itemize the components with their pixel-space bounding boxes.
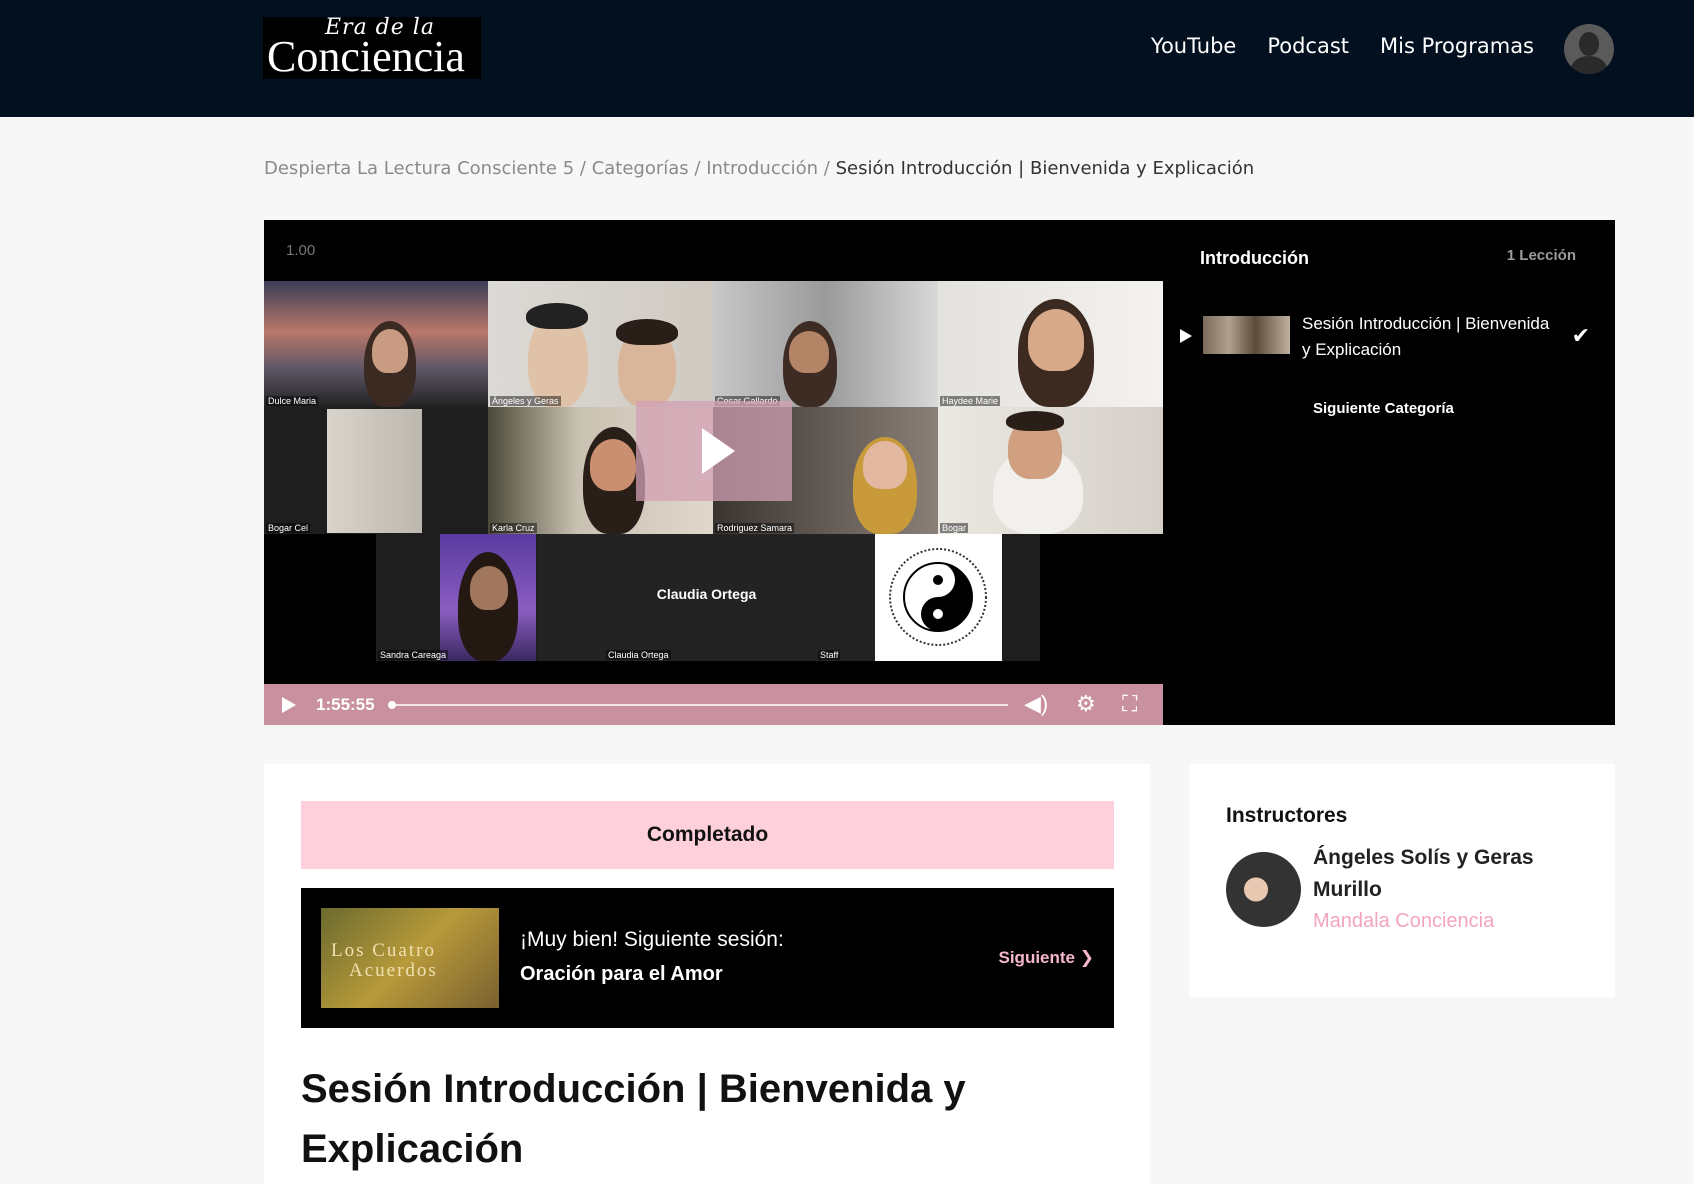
instructors-title: Instructores xyxy=(1226,804,1348,827)
page-title: Sesión Introducción | Bienvenida y Expli… xyxy=(301,1067,966,1171)
participant-name: Claudia Ortega xyxy=(606,650,671,660)
instructor-avatar xyxy=(1226,852,1301,927)
play-icon xyxy=(1180,329,1192,343)
breadcrumb-separator: / xyxy=(694,158,707,179)
playlist-count: 1 Lección xyxy=(1506,247,1576,264)
logo-word-text: Conciencia xyxy=(267,32,465,81)
participant-tile: Ángeles y Geras xyxy=(488,281,713,407)
video-player[interactable]: 1.00 Dulce Maria Ángeles y Geras Cesar G… xyxy=(264,220,1163,725)
next-category-link[interactable]: Siguiente Categoría xyxy=(1313,400,1454,417)
participant-tile: Claudia Ortega Claudia Ortega Staff xyxy=(538,534,875,661)
breadcrumb-separator: / xyxy=(579,158,592,179)
participant-name: Sandra Careaga xyxy=(378,650,449,660)
center-participant-name: Claudia Ortega xyxy=(656,586,757,602)
settings-gear-icon[interactable]: ⚙ xyxy=(1076,692,1096,716)
user-avatar-icon[interactable] xyxy=(1564,24,1614,74)
participant-tile: Haydee Marie xyxy=(938,281,1163,407)
participant-name: Karla Cruz xyxy=(490,523,537,533)
playlist-item[interactable]: Sesión Introducción | Bienvenida y Expli… xyxy=(1163,308,1615,372)
nav-mis-programas-link[interactable]: Mis Programas xyxy=(1380,34,1534,58)
breadcrumb-course-link[interactable]: Despierta La Lectura Consciente 5 xyxy=(264,158,574,179)
progress-knob[interactable] xyxy=(388,701,396,709)
next-session-title: Oración para el Amor xyxy=(520,963,723,985)
next-session-panel: Los Cuatro Acuerdos ¡Muy bien! Siguiente… xyxy=(301,888,1114,1028)
main-nav: YouTube Podcast Mis Programas xyxy=(1151,34,1534,58)
video-time: 1:55:55 xyxy=(316,695,375,714)
volume-icon[interactable]: ◀) xyxy=(1024,692,1048,716)
playlist-title: Introducción xyxy=(1200,248,1309,268)
participant-tile: Dulce Maria xyxy=(264,281,488,407)
participant-name: Bogar Cel xyxy=(266,523,311,533)
site-logo[interactable]: Era de la Conciencia xyxy=(263,17,481,79)
lesson-player-block: 1.00 Dulce Maria Ángeles y Geras Cesar G… xyxy=(264,220,1615,725)
completed-button[interactable]: Completado xyxy=(301,801,1114,869)
breadcrumb-categories-link[interactable]: Categorías xyxy=(592,158,689,179)
participant-tile xyxy=(875,534,1040,661)
participant-name: Haydee Marie xyxy=(940,396,1001,406)
chevron-right-icon: ❯ xyxy=(1079,948,1094,967)
next-button[interactable]: Siguiente ❯ xyxy=(999,948,1095,968)
video-controls: 1:55:55 ◀) ⚙ ⛶ xyxy=(264,684,1163,725)
checkmark-icon: ✔ xyxy=(1571,323,1590,348)
playback-speed[interactable]: 1.00 xyxy=(286,242,315,259)
progress-track[interactable] xyxy=(391,704,1008,706)
book-title-line2: Acuerdos xyxy=(349,960,438,981)
lesson-playlist: Introducción 1 Lección Sesión Introducci… xyxy=(1163,220,1615,725)
lesson-thumbnail xyxy=(1203,316,1290,354)
fullscreen-icon[interactable]: ⛶ xyxy=(1122,692,1137,716)
participant-tile: Sandra Careaga xyxy=(376,534,538,661)
participant-name: Rodriguez Samara xyxy=(715,523,795,533)
participant-tile: Bogar xyxy=(938,407,1163,534)
nav-podcast-link[interactable]: Podcast xyxy=(1267,34,1349,58)
instructors-card: Instructores Ángeles Solís y Geras Muril… xyxy=(1189,764,1615,997)
playlist-item-title: Sesión Introducción | Bienvenida y Expli… xyxy=(1302,314,1550,359)
breadcrumb-intro-link[interactable]: Introducción xyxy=(706,158,818,179)
book-title-line1: Los Cuatro xyxy=(331,940,436,961)
instructor-org-link[interactable]: Mandala Conciencia xyxy=(1313,910,1494,933)
participant-tile: Cesar Gallardo xyxy=(713,281,938,407)
lesson-main-card: Completado Los Cuatro Acuerdos ¡Muy bien… xyxy=(264,764,1150,1184)
participant-name: Bogar xyxy=(940,523,969,533)
breadcrumb: Despierta La Lectura Consciente 5 / Cate… xyxy=(264,158,1254,179)
nav-youtube-link[interactable]: YouTube xyxy=(1151,34,1236,58)
play-icon xyxy=(702,428,735,474)
participant-name: Staff xyxy=(818,650,841,660)
next-session-intro: ¡Muy bien! Siguiente sesión: xyxy=(520,928,784,951)
participant-name: Dulce Maria xyxy=(266,396,319,406)
participant-tile: Bogar Cel xyxy=(264,407,488,534)
next-button-label: Siguiente xyxy=(998,948,1076,967)
instructor-name[interactable]: Ángeles Solís y Geras Murillo xyxy=(1313,842,1553,906)
big-play-button[interactable] xyxy=(636,401,792,501)
play-icon[interactable] xyxy=(282,697,296,713)
participant-name: Ángeles y Geras xyxy=(490,396,561,406)
next-session-thumbnail: Los Cuatro Acuerdos xyxy=(321,908,499,1008)
top-navbar: Era de la Conciencia YouTube Podcast Mis… xyxy=(0,0,1694,117)
breadcrumb-separator: / xyxy=(823,158,836,179)
breadcrumb-current: Sesión Introducción | Bienvenida y Expli… xyxy=(835,158,1255,179)
yin-yang-icon xyxy=(889,548,987,646)
